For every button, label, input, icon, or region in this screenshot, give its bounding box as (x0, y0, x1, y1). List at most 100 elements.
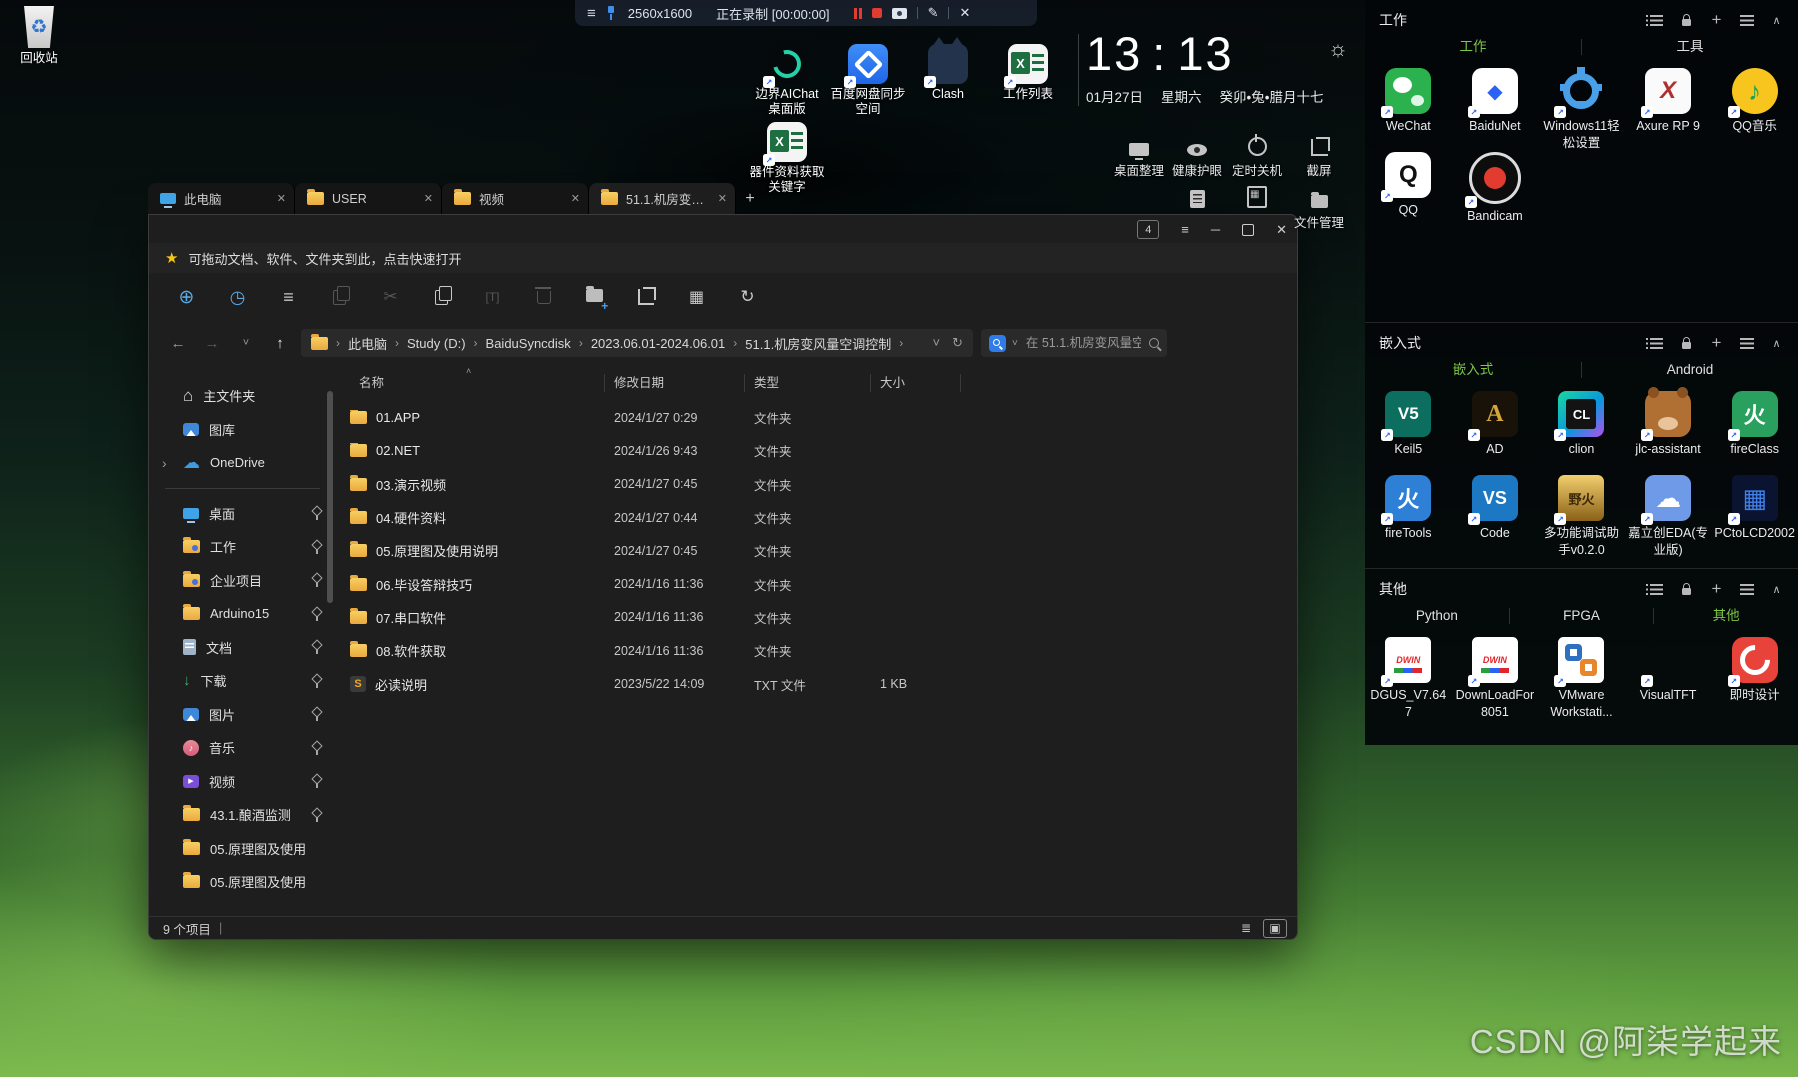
panel-tab-Android[interactable]: Android (1581, 362, 1798, 378)
stop-button[interactable] (871, 8, 882, 18)
app-DGUS_V7.647[interactable]: DGUS_V7.647 (1365, 635, 1452, 719)
chevron-right-icon[interactable]: › (162, 455, 167, 471)
maximize-button[interactable] (1242, 223, 1255, 236)
explorer-tab[interactable]: 视频 ✕ (442, 183, 589, 214)
breadcrumb-segment[interactable]: 此电脑 (348, 334, 387, 353)
explorer-tab[interactable]: 51.1.机房变风量空 ✕ (589, 183, 736, 214)
close-button[interactable]: ✕ (1276, 222, 1287, 238)
new-folder-button[interactable] (571, 280, 618, 314)
chevron-down-icon[interactable]: ˅ (1012, 338, 1018, 349)
widget-桌面整理[interactable]: 桌面整理 (1109, 134, 1169, 179)
file-row[interactable]: 01.APP 2024/1/27 0:29 文件夹 (336, 401, 1297, 434)
screenshot-button[interactable] (891, 7, 907, 19)
refresh-button[interactable] (724, 280, 771, 314)
file-row[interactable]: 05.原理图及使用说明 2024/1/27 0:45 文件夹 (336, 534, 1297, 567)
app-Axure RP 9[interactable]: Axure RP 9 (1625, 66, 1712, 150)
desktop-icon-clash[interactable]: Clash (906, 37, 990, 102)
app-PCtoLCD2002[interactable]: PCtoLCD2002 (1711, 473, 1798, 557)
draw-button[interactable]: ✎ (928, 5, 939, 21)
lock-icon[interactable] (1679, 336, 1694, 350)
up-button[interactable]: ↑ (267, 335, 293, 352)
panel-tab-其他[interactable]: 其他 (1653, 608, 1798, 624)
widget-健康护眼[interactable]: 健康护眼 (1167, 134, 1227, 179)
panel-tab-工具[interactable]: 工具 (1581, 39, 1798, 55)
file-row[interactable]: 03.演示视频 2024/1/27 0:45 文件夹 (336, 468, 1297, 501)
app-fireTools[interactable]: fireTools (1365, 473, 1452, 557)
sidebar-item-Arduino15[interactable]: Arduino15 (149, 597, 336, 631)
add-icon[interactable] (1709, 582, 1724, 596)
desktop-icon-baidupan[interactable]: 百度网盘同步 空间 (826, 44, 910, 117)
lock-icon[interactable] (1679, 582, 1694, 596)
sidebar-item-图片[interactable]: 图片 (149, 698, 336, 732)
recycle-bin[interactable]: 回收站 (10, 6, 68, 66)
app-QQ[interactable]: QQ (1365, 150, 1452, 234)
crop-button[interactable] (622, 280, 669, 314)
sidebar-item-图库[interactable]: 图库 (149, 413, 336, 447)
tab-close-icon[interactable]: ✕ (571, 192, 580, 205)
breadcrumb-segment[interactable]: 51.1.机房变风量空调控制 (745, 334, 891, 353)
sidebar-item-工作[interactable]: 工作 (149, 530, 336, 564)
app-clion[interactable]: clion (1538, 389, 1625, 473)
app-jlc-assistant[interactable]: jlc-assistant (1625, 387, 1712, 473)
tab-close-icon[interactable]: ✕ (718, 192, 727, 205)
rename-button[interactable] (469, 280, 516, 314)
tab-close-icon[interactable]: ✕ (424, 192, 433, 205)
view-button[interactable] (673, 280, 720, 314)
view-list-icon[interactable] (1646, 13, 1664, 27)
sidebar-item-下载[interactable]: 下载 (149, 664, 336, 698)
sidebar-item-05.原理图及使用[interactable]: 05.原理图及使用 (149, 832, 336, 866)
lock-icon[interactable] (1679, 13, 1694, 27)
search-box[interactable]: ˅ (981, 329, 1167, 357)
file-row[interactable]: 02.NET 2024/1/26 9:43 文件夹 (336, 434, 1297, 467)
app-即时设计[interactable]: 即时设计 (1711, 635, 1798, 719)
panel-tab-嵌入式[interactable]: 嵌入式 (1365, 362, 1581, 378)
sort-button[interactable] (265, 280, 312, 314)
panel-tab-Python[interactable]: Python (1365, 608, 1509, 624)
recorder-pin-icon[interactable] (606, 6, 616, 20)
thumbnail-view-button[interactable]: ▣ (1263, 918, 1287, 938)
refresh-icon[interactable]: ↻ (952, 335, 963, 351)
widget-截屏[interactable]: 截屏 (1289, 134, 1349, 179)
search-input[interactable] (1023, 335, 1143, 351)
file-row[interactable]: 08.软件获取 2024/1/16 11:36 文件夹 (336, 634, 1297, 667)
menu-icon[interactable] (1739, 336, 1754, 350)
add-icon[interactable] (1709, 336, 1724, 350)
tab-close-icon[interactable]: ✕ (277, 192, 286, 205)
app-Keil5[interactable]: Keil5 (1365, 389, 1452, 473)
app-DownLoadFor8051[interactable]: DownLoadFor8051 (1452, 635, 1539, 719)
app-VMware Workstati...[interactable]: VMware Workstati... (1538, 635, 1625, 719)
widget-定时关机[interactable]: 定时关机 (1227, 134, 1287, 179)
column-header-修改日期[interactable]: 修改日期 (605, 374, 745, 392)
paste-button[interactable] (418, 280, 465, 314)
app-多功能调试助手v0.2.0[interactable]: 多功能调试助手v0.2.0 (1538, 473, 1625, 557)
panel-tab-工作[interactable]: 工作 (1365, 39, 1581, 55)
breadcrumb[interactable]: › 此电脑 › Study (D:) › BaiduSyncdisk › 2023.06.01… (301, 329, 973, 357)
app-嘉立创EDA(专业版)[interactable]: 嘉立创EDA(专业版) (1625, 473, 1712, 557)
widget-note[interactable] (1167, 186, 1227, 208)
history-dropdown-icon[interactable]: ˅ (233, 337, 259, 349)
breadcrumb-segment[interactable]: Study (D:) (407, 336, 466, 351)
file-row[interactable]: 04.硬件资料 2024/1/27 0:44 文件夹 (336, 501, 1297, 534)
panel-tab-FPGA[interactable]: FPGA (1508, 608, 1654, 624)
collapse-icon[interactable] (1769, 13, 1784, 27)
sidebar-item-OneDrive[interactable]: › OneDrive (149, 446, 336, 480)
quick-launch-bar[interactable]: ★ 可拖动文档、软件、文件夹到此，点击快速打开 (149, 243, 1297, 273)
sidebar-item-05.原理图及使用[interactable]: 05.原理图及使用 (149, 865, 336, 899)
cut-button[interactable] (367, 280, 414, 314)
app-Code[interactable]: Code (1452, 473, 1539, 557)
view-list-icon[interactable] (1646, 336, 1664, 350)
details-view-button[interactable]: ≣ (1235, 920, 1257, 937)
back-button[interactable]: ← (165, 335, 191, 352)
file-row[interactable]: 必读说明 2023/5/22 14:09 TXT 文件 1 KB (336, 667, 1297, 700)
sidebar-item-企业项目[interactable]: 企业项目 (149, 564, 336, 598)
explorer-tab[interactable]: USER ✕ (295, 183, 442, 214)
recorder-close-button[interactable]: ✕ (959, 5, 970, 21)
new-tab-button[interactable]: + (736, 183, 764, 214)
recorder-menu-icon[interactable]: ≡ (587, 5, 596, 22)
app-QQ音乐[interactable]: QQ音乐 (1711, 66, 1798, 150)
sidebar-item-桌面[interactable]: 桌面 (149, 497, 336, 531)
tab-count-badge[interactable]: 4 (1137, 220, 1160, 239)
explorer-tab[interactable]: 此电脑 ✕ (148, 183, 295, 214)
sidebar-item-视频[interactable]: 视频 (149, 765, 336, 799)
desktop-icon-excel[interactable]: 工作列表 (986, 44, 1070, 102)
